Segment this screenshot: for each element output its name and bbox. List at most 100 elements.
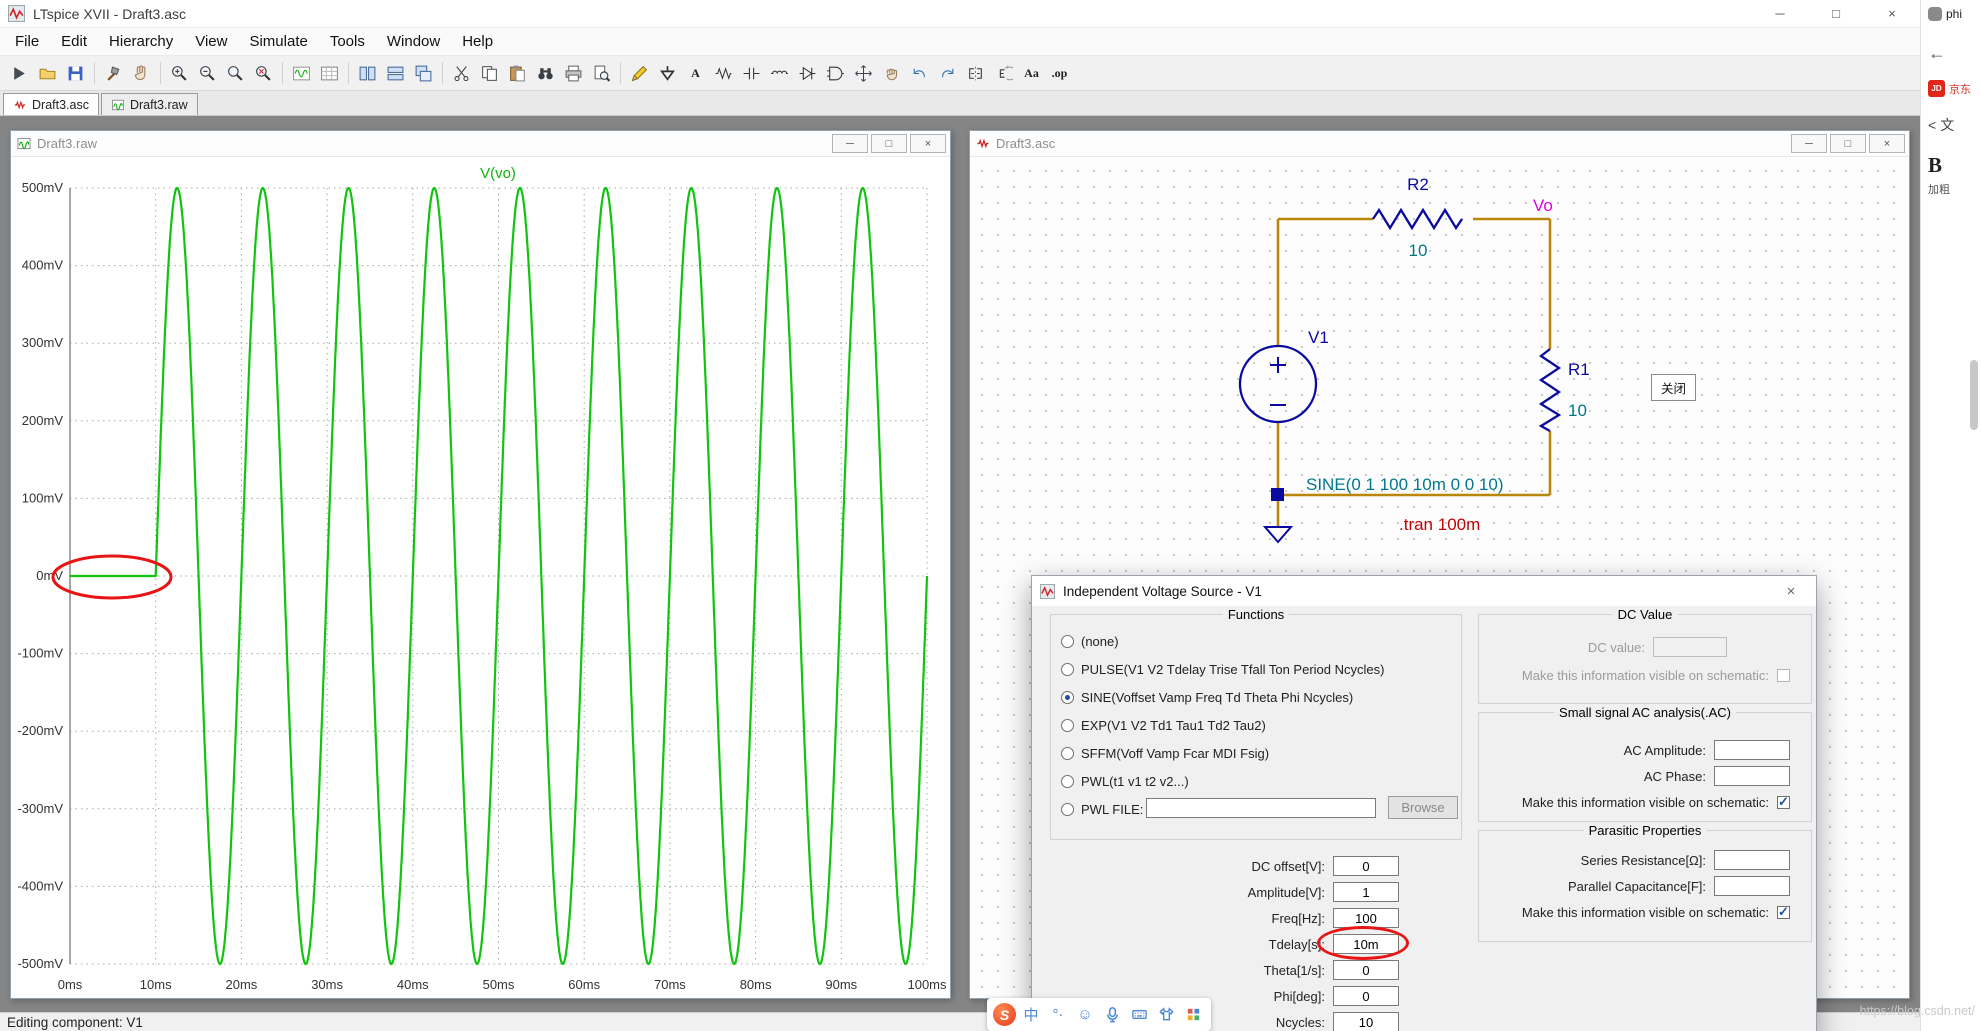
function-option[interactable]: PULSE(V1 V2 Tdelay Trise Tfall Ton Perio… (1051, 655, 1461, 683)
app-titlebar[interactable]: LTspice XVII - Draft3.asc ─ □ × (0, 0, 1920, 28)
sine-spec-label[interactable]: SINE(0 1 100 10m 0 0 10) (1306, 475, 1504, 494)
resistor-icon[interactable] (710, 59, 737, 88)
net-label-icon[interactable]: A (682, 59, 709, 88)
resistor-r1[interactable] (1538, 348, 1562, 433)
param-input[interactable] (1333, 908, 1399, 928)
open-icon[interactable] (34, 59, 61, 88)
ground-icon[interactable] (654, 59, 681, 88)
wire-pencil-icon[interactable] (626, 59, 653, 88)
menu-item[interactable]: View (184, 28, 238, 56)
function-option[interactable]: SFFM(Voff Vamp Fcar MDI Fsig) (1051, 739, 1461, 767)
voice-input-icon[interactable] (1100, 1003, 1124, 1027)
zoom-out-icon[interactable] (194, 59, 221, 88)
r1-name-label[interactable]: R1 (1568, 360, 1590, 379)
vo-net-label[interactable]: Vo (1533, 196, 1553, 215)
toolbox-icon[interactable] (1181, 1003, 1205, 1027)
minimize-icon[interactable]: ─ (1752, 0, 1808, 27)
profile-item[interactable]: phi (1921, 7, 1981, 21)
param-input[interactable] (1333, 986, 1399, 1006)
scrollbar-thumb[interactable] (1970, 360, 1978, 430)
ac-phase-input[interactable] (1714, 766, 1790, 786)
resistor-r2[interactable] (1372, 207, 1463, 231)
series-resistance-input[interactable] (1714, 850, 1790, 870)
param-input[interactable] (1333, 960, 1399, 980)
waveform-plot-area[interactable]: 0ms 10ms 20ms 30ms 40ms 50ms 60ms 70ms 80ms 90ms 1… (11, 157, 950, 998)
menu-item[interactable]: Help (451, 28, 504, 56)
menu-item[interactable]: Window (376, 28, 451, 56)
inductor-icon[interactable] (766, 59, 793, 88)
tran-directive-label[interactable]: .tran 100m (1399, 515, 1480, 534)
menu-item[interactable]: Hierarchy (98, 28, 184, 56)
spice-directive-icon[interactable]: .op (1046, 59, 1073, 88)
function-option[interactable]: (none) (1051, 627, 1461, 655)
parallel-capacitance-input[interactable] (1714, 876, 1790, 896)
browse-button[interactable]: Browse (1388, 796, 1458, 819)
close-icon[interactable]: × (1864, 0, 1920, 27)
maximize-icon[interactable]: □ (1808, 0, 1864, 27)
close-icon[interactable]: × (910, 134, 946, 153)
cascade-icon[interactable] (410, 59, 437, 88)
tab-draft3-asc[interactable]: Draft3.asc (3, 93, 99, 115)
r1-value-label[interactable]: 10 (1568, 401, 1587, 420)
r2-value-label[interactable]: 10 (1409, 241, 1428, 260)
autorange-icon[interactable] (288, 59, 315, 88)
tile-vertical-icon[interactable] (354, 59, 381, 88)
jd-link[interactable]: JD 京东 (1921, 80, 1981, 97)
sogou-logo-icon[interactable]: S (993, 1003, 1016, 1026)
bold-button[interactable]: B (1921, 153, 1981, 178)
param-input[interactable] (1333, 856, 1399, 876)
close-icon[interactable]: × (1869, 134, 1905, 153)
menu-item[interactable]: Simulate (238, 28, 318, 56)
close-icon[interactable]: × (1774, 577, 1808, 606)
maximize-icon[interactable]: □ (1830, 134, 1866, 153)
param-input[interactable] (1333, 882, 1399, 902)
drag-icon[interactable] (878, 59, 905, 88)
ac-visible-checkbox[interactable] (1777, 794, 1790, 810)
maximize-icon[interactable]: □ (871, 134, 907, 153)
selected-node-marker[interactable] (1271, 488, 1284, 501)
minimize-icon[interactable]: ─ (1791, 134, 1827, 153)
ac-amplitude-input[interactable] (1714, 740, 1790, 760)
mirror-icon[interactable] (962, 59, 989, 88)
copy-icon[interactable] (476, 59, 503, 88)
redo-icon[interactable] (934, 59, 961, 88)
ground-symbol[interactable] (1262, 526, 1294, 544)
param-input[interactable] (1333, 934, 1399, 954)
close-tooltip-button[interactable]: 关闭 (1651, 374, 1697, 401)
tab-draft3-raw[interactable]: Draft3.raw (100, 93, 198, 115)
zoom-in-icon[interactable] (166, 59, 193, 88)
skin-icon[interactable] (1154, 1003, 1178, 1027)
save-icon[interactable] (62, 59, 89, 88)
minimize-icon[interactable]: ─ (832, 134, 868, 153)
halt-icon[interactable] (128, 59, 155, 88)
paste-icon[interactable] (504, 59, 531, 88)
move-icon[interactable] (850, 59, 877, 88)
trace-legend[interactable]: V(vo) (480, 165, 516, 182)
menu-item[interactable]: File (4, 28, 50, 56)
collapse-item[interactable]: < 文 (1921, 115, 1981, 135)
back-button[interactable]: ← (1921, 43, 1981, 64)
print-icon[interactable] (560, 59, 587, 88)
pwl-file-input[interactable] (1146, 798, 1376, 818)
waveform-window-titlebar[interactable]: Draft3.raw ─ □ × (11, 131, 950, 157)
parasitic-visible-checkbox[interactable] (1777, 904, 1790, 920)
undo-icon[interactable] (906, 59, 933, 88)
capacitor-icon[interactable] (738, 59, 765, 88)
emoji-icon[interactable]: ☺ (1073, 1003, 1097, 1027)
rotate-icon[interactable] (990, 59, 1017, 88)
run-icon[interactable] (6, 59, 33, 88)
text-tool-icon[interactable]: Aa (1018, 59, 1045, 88)
diode-icon[interactable] (794, 59, 821, 88)
param-input[interactable] (1333, 1012, 1399, 1031)
keyboard-icon[interactable] (1127, 1003, 1151, 1027)
tile-horizontal-icon[interactable] (382, 59, 409, 88)
menu-item[interactable]: Tools (319, 28, 376, 56)
plot-settings-icon[interactable] (316, 59, 343, 88)
punctuation-icon[interactable]: °· (1046, 1003, 1070, 1027)
dialog-titlebar[interactable]: Independent Voltage Source - V1 × (1032, 576, 1816, 606)
function-option[interactable]: EXP(V1 V2 Td1 Tau1 Td2 Tau2) (1051, 711, 1461, 739)
v1-name-label[interactable]: V1 (1308, 328, 1329, 347)
print-preview-icon[interactable] (588, 59, 615, 88)
zoom-area-icon[interactable] (222, 59, 249, 88)
zoom-full-icon[interactable] (250, 59, 277, 88)
